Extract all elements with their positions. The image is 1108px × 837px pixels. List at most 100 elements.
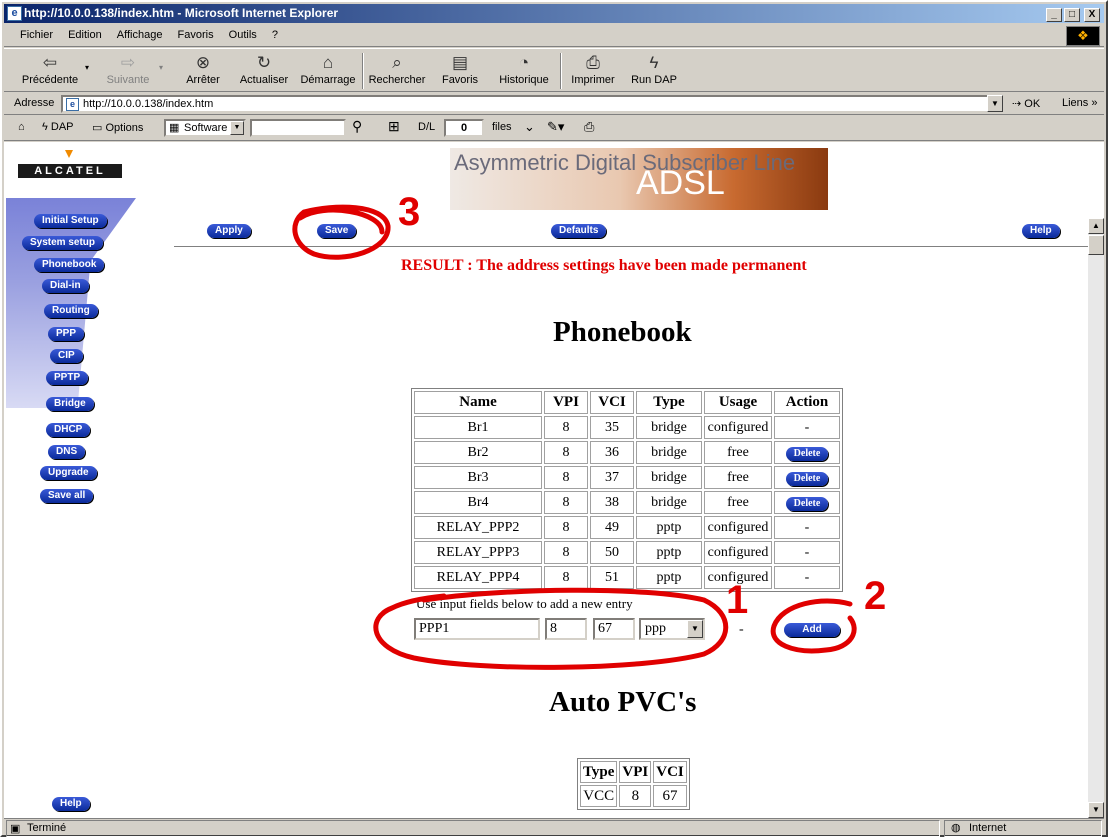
refresh-label: Actualiser: [239, 74, 289, 86]
nav-pptp[interactable]: PPTP: [46, 371, 89, 385]
col-action: Action: [774, 391, 840, 414]
scroll-thumb[interactable]: [1088, 235, 1104, 255]
back-button[interactable]: ⇦ Précédente: [18, 52, 82, 86]
search-button[interactable]: ⌕ Rechercher: [366, 52, 428, 86]
delete-button-br2[interactable]: Delete: [785, 446, 829, 461]
rundap-button[interactable]: ϟ Run DAP: [628, 52, 680, 86]
nav-dhcp[interactable]: DHCP: [46, 423, 91, 437]
save-button[interactable]: Save: [317, 224, 357, 238]
grid-icon[interactable]: ⊞: [388, 118, 400, 135]
links-toolbar: ⌂ ϟ DAP ▭ Options ▦ Software ▼ ⚲ ⊞ D/L 0…: [4, 116, 1104, 141]
nav-dial-in[interactable]: Dial-in: [42, 279, 89, 293]
double-chevron-icon[interactable]: ⌄: [524, 119, 535, 135]
minimize-button[interactable]: _: [1046, 8, 1062, 22]
new-entry-vci-input[interactable]: 67: [593, 618, 635, 640]
print-small-icon[interactable]: ⎙: [584, 119, 594, 135]
table-row: RELAY_PPP3 8 50 pptp configured -: [414, 541, 840, 564]
cell-name: Br2: [414, 441, 542, 464]
delete-button-br3[interactable]: Delete: [785, 471, 829, 486]
nav-phonebook[interactable]: Phonebook: [34, 258, 105, 272]
back-dropdown[interactable]: ▾: [82, 63, 92, 72]
phonebook-header-row: Name VPI VCI Type Usage Action: [414, 391, 840, 414]
menu-help[interactable]: ?: [266, 25, 284, 41]
annotation-number-3: 3: [398, 190, 421, 234]
menu-fichier[interactable]: Fichier: [14, 25, 59, 41]
options-link[interactable]: ▭ Options: [92, 121, 143, 134]
links-button[interactable]: Liens »: [1062, 97, 1097, 109]
nav-save-all[interactable]: Save all: [40, 489, 94, 503]
cell-vci: 49: [590, 516, 634, 539]
defaults-button[interactable]: Defaults: [551, 224, 607, 238]
maximize-button[interactable]: □: [1064, 8, 1080, 22]
cell-type: pptp: [636, 516, 702, 539]
new-entry-type-select[interactable]: ppp ▼: [639, 618, 705, 640]
cell-action: Delete: [774, 491, 840, 514]
action-divider: [174, 246, 1088, 247]
go-button[interactable]: ⇢ OK: [1012, 97, 1040, 110]
cell-usage: free: [704, 466, 772, 489]
status-bar: ▣ Terminé ◍ Internet: [4, 818, 1104, 837]
close-button[interactable]: X: [1084, 8, 1100, 22]
nav-cip[interactable]: CIP: [50, 349, 83, 363]
nav-upgrade[interactable]: Upgrade: [40, 466, 97, 480]
cell-vci: 51: [590, 566, 634, 589]
new-entry-vpi-input[interactable]: 8: [545, 618, 587, 640]
menu-edition[interactable]: Edition: [62, 25, 108, 41]
dap-label: DAP: [50, 121, 74, 133]
go-arrow-icon: ⇢: [1012, 98, 1022, 110]
stop-button[interactable]: ⊗ Arrêter: [178, 52, 228, 86]
help-button[interactable]: Help: [1022, 224, 1060, 238]
address-url: http://10.0.0.138/index.htm: [83, 98, 214, 110]
software-select[interactable]: ▦ Software ▼: [164, 119, 246, 137]
rundap-label: Run DAP: [631, 74, 677, 86]
nav-dns[interactable]: DNS: [48, 445, 86, 459]
nav-ppp[interactable]: PPP: [48, 327, 85, 341]
scroll-down-button[interactable]: ▼: [1088, 802, 1104, 818]
forward-dropdown[interactable]: ▾: [156, 63, 166, 72]
cell-vpi: 8: [544, 516, 588, 539]
back-arrow-icon: ⇦: [42, 53, 58, 72]
menu-affichage[interactable]: Affichage: [111, 25, 169, 41]
refresh-button[interactable]: ↻ Actualiser: [236, 52, 292, 86]
print-button[interactable]: ⎙ Imprimer: [568, 52, 618, 86]
menu-outils[interactable]: Outils: [223, 25, 263, 41]
home-small-icon[interactable]: ⌂: [18, 121, 25, 133]
magnifier-icon[interactable]: ⚲: [352, 118, 362, 135]
cell-type: bridge: [636, 441, 702, 464]
title-bar: e http://10.0.0.138/index.htm - Microsof…: [4, 4, 1104, 23]
linkbar-search-input[interactable]: [250, 119, 346, 137]
stop-icon: ⊗: [195, 53, 211, 72]
dap-link[interactable]: ϟ DAP: [42, 121, 74, 133]
banner-subtitle: Asymmetric Digital Subscriber Line: [454, 150, 796, 175]
cell-name: RELAY_PPP4: [414, 566, 542, 589]
history-label: Historique: [499, 74, 549, 86]
nav-system-setup[interactable]: System setup: [22, 236, 104, 250]
nav-initial-setup[interactable]: Initial Setup: [34, 214, 107, 228]
nav-bridge[interactable]: Bridge: [46, 397, 94, 411]
new-entry-type-value: ppp: [645, 621, 666, 636]
address-bar: Adresse e http://10.0.0.138/index.htm ▼ …: [4, 93, 1104, 115]
home-label: Démarrage: [300, 74, 356, 86]
pen-icon[interactable]: ✎▾: [547, 119, 564, 135]
add-button[interactable]: Add: [784, 623, 840, 637]
scroll-up-button[interactable]: ▲: [1088, 218, 1104, 234]
delete-button-br4[interactable]: Delete: [785, 496, 829, 511]
nav-routing[interactable]: Routing: [44, 304, 98, 318]
cell-action: Delete: [774, 441, 840, 464]
vertical-scrollbar[interactable]: ▲ ▼: [1088, 218, 1104, 818]
menu-favoris[interactable]: Favoris: [172, 25, 220, 41]
history-button[interactable]: ◔ Historique: [494, 52, 554, 86]
address-input[interactable]: e http://10.0.0.138/index.htm: [61, 95, 1003, 113]
apply-button[interactable]: Apply: [207, 224, 251, 238]
cell-action: -: [774, 566, 840, 589]
cell-vpi: 8: [544, 541, 588, 564]
favorites-button[interactable]: ▤ Favoris: [436, 52, 484, 86]
new-entry-name-input[interactable]: PPP1: [414, 618, 540, 640]
forward-button[interactable]: ⇨ Suivante: [100, 52, 156, 86]
nav-help[interactable]: Help: [52, 797, 90, 811]
cell-action: -: [774, 516, 840, 539]
result-message: RESULT : The address settings have been …: [401, 257, 807, 274]
table-row: Br1 8 35 bridge configured -: [414, 416, 840, 439]
home-button[interactable]: ⌂ Démarrage: [298, 52, 358, 86]
address-dropdown[interactable]: ▼: [987, 95, 1003, 112]
